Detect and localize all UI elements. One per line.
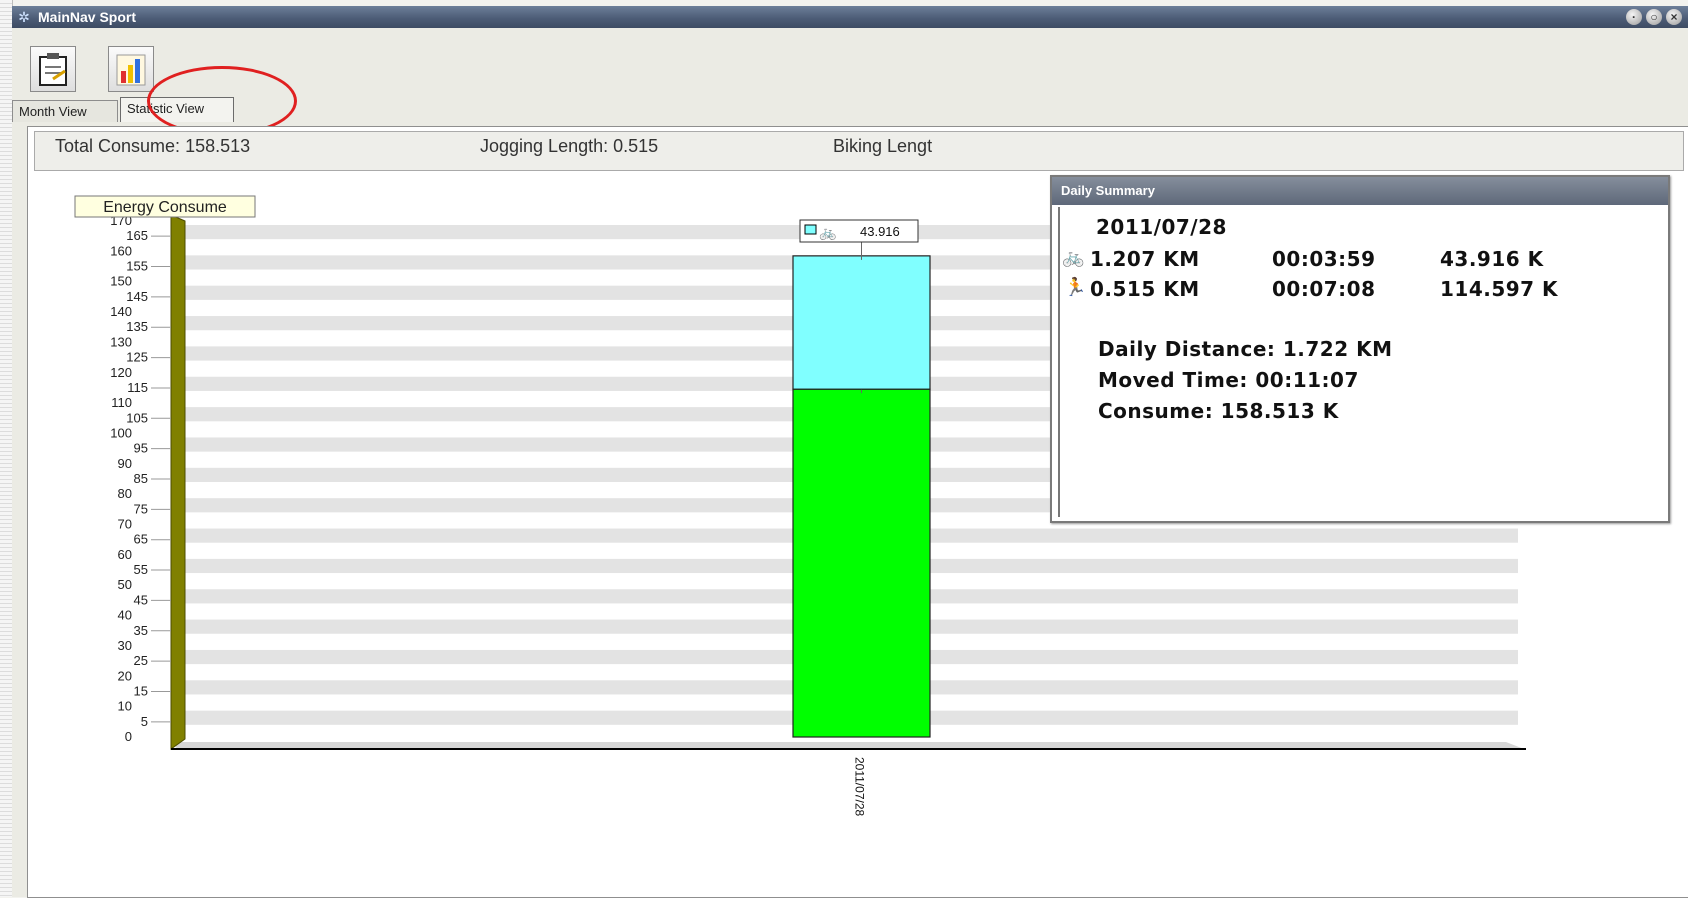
y-tick-label: 35 xyxy=(134,623,148,638)
daily-summary-body: 2011/07/28 🚲 1.207 KM 00:03:59 43.916 K … xyxy=(1058,207,1664,517)
y-tick-label: 165 xyxy=(126,228,148,243)
y-tick-label: 5 xyxy=(141,714,148,729)
y-tick-label: 90 xyxy=(118,456,132,471)
y-tick-label: 95 xyxy=(134,441,148,456)
data-label-value: 43.916 xyxy=(860,224,900,239)
y-tick-label: 140 xyxy=(110,304,132,319)
summary-biking-distance: 1.207 KM xyxy=(1090,247,1200,271)
y-tick-label: 100 xyxy=(110,425,132,440)
biking-icon: 🚲 xyxy=(819,224,836,241)
statistic-view-toolbar-button[interactable] xyxy=(108,46,154,92)
y-tick-label: 55 xyxy=(134,562,148,577)
data-label-box xyxy=(799,219,919,243)
daily-summary-popup: Daily Summary 2011/07/28 🚲 1.207 KM 00:0… xyxy=(1050,175,1670,523)
y-tick-label: 105 xyxy=(126,410,148,425)
y-tick-label: 45 xyxy=(134,592,148,607)
window-title: MainNav Sport xyxy=(38,9,137,25)
y-tick-label: 125 xyxy=(126,350,148,365)
summary-jogging-time: 00:07:08 xyxy=(1272,277,1376,301)
y-tick-label: 155 xyxy=(126,259,148,274)
y-tick-label: 0 xyxy=(125,729,132,744)
y-tick-label: 15 xyxy=(134,683,148,698)
summary-daily-distance: Daily Distance: 1.722 KM xyxy=(1098,337,1393,361)
chart-title: Energy Consume xyxy=(103,199,227,216)
chart-floor xyxy=(173,742,1524,749)
x-category-label: 2011/07/28 xyxy=(853,757,867,816)
summary-jogging-distance: 0.515 KM xyxy=(1090,277,1200,301)
main-window: ✲ MainNav Sport · ○ × Month View Statist… xyxy=(12,6,1688,898)
y-tick-label: 25 xyxy=(134,653,148,668)
y-tick-label: 85 xyxy=(134,471,148,486)
bar-jogging xyxy=(792,388,931,738)
month-view-toolbar-button[interactable] xyxy=(30,46,76,92)
y-tick-label: 160 xyxy=(110,243,132,258)
y-tick-label: 70 xyxy=(118,517,132,532)
calendar-clipboard-icon xyxy=(39,53,67,86)
y-tick-label: 30 xyxy=(118,638,132,653)
bar-biking xyxy=(792,255,931,390)
summary-jogging-consume: 114.597 K xyxy=(1440,277,1559,301)
jogging-icon: 🏃 xyxy=(1064,277,1087,297)
chart-statistics-icon xyxy=(116,54,146,86)
summary-biking-consume: 43.916 K xyxy=(1440,247,1544,271)
y-tick-label: 135 xyxy=(126,319,148,334)
daily-summary-title: Daily Summary xyxy=(1052,177,1668,205)
legend-swatch xyxy=(804,224,817,235)
y-tick-label: 145 xyxy=(126,289,148,304)
y-tick-label: 75 xyxy=(134,501,148,516)
title-bar[interactable]: ✲ MainNav Sport · ○ × xyxy=(12,6,1688,28)
statistic-panel: Total Consume: 158.513 Jogging Length: 0… xyxy=(27,126,1688,898)
star-icon: ✲ xyxy=(18,9,30,25)
y-tick-label: 20 xyxy=(118,668,132,683)
y-tick-label: 120 xyxy=(110,365,132,380)
y-tick-label: 115 xyxy=(127,380,148,395)
y-tick-label: 50 xyxy=(118,577,132,592)
biking-icon: 🚲 xyxy=(1062,247,1085,267)
y-tick-label: 110 xyxy=(111,395,132,410)
y-tick-label: 40 xyxy=(118,608,132,623)
tab-month-view[interactable]: Month View xyxy=(12,100,118,122)
y-tick-label: 80 xyxy=(118,486,132,501)
y-tick-label: 130 xyxy=(110,334,132,349)
summary-date: 2011/07/28 xyxy=(1096,215,1227,239)
y-axis-wall xyxy=(170,214,186,750)
maximize-icon[interactable]: ○ xyxy=(1646,9,1662,25)
summary-biking-time: 00:03:59 xyxy=(1272,247,1376,271)
close-icon[interactable]: × xyxy=(1666,9,1682,25)
summary-consume: Consume: 158.513 K xyxy=(1098,399,1339,423)
y-tick-label: 60 xyxy=(118,547,132,562)
y-tick-label: 150 xyxy=(110,274,132,289)
y-tick-label: 10 xyxy=(118,699,132,714)
minimize-icon[interactable]: · xyxy=(1626,9,1642,25)
summary-moved-time: Moved Time: 00:11:07 xyxy=(1098,368,1359,392)
y-tick-label: 65 xyxy=(134,532,148,547)
